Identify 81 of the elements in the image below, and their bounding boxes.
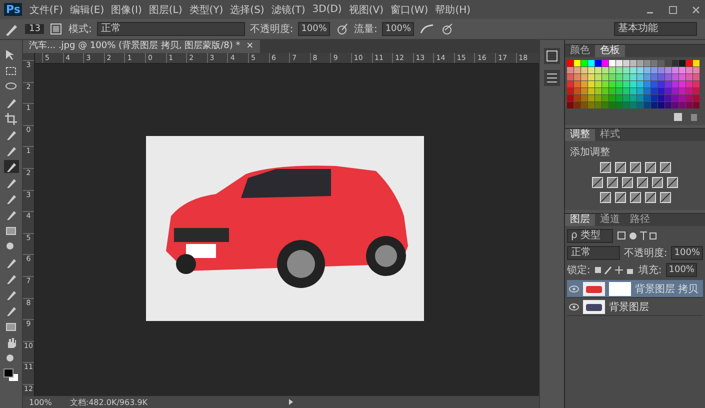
adjustment-icon[interactable] — [637, 177, 648, 188]
adjustment-icon[interactable] — [630, 192, 640, 203]
layer-thumbnail-icon — [583, 282, 605, 296]
panel-tab[interactable]: 通道 — [595, 214, 625, 226]
shape-tool-icon[interactable] — [4, 320, 18, 333]
eye-icon[interactable] — [569, 302, 579, 310]
menu-item[interactable]: 视图(V) — [348, 2, 384, 16]
menu-item[interactable]: 图像(I) — [111, 2, 142, 16]
adjustment-icon[interactable] — [667, 177, 678, 188]
panel-tab[interactable]: 路径 — [625, 214, 655, 226]
swatch-grid-drawing[interactable] — [567, 60, 700, 109]
adjustment-icon[interactable] — [630, 162, 640, 173]
menu-item[interactable]: 帮助(H) — [435, 2, 471, 16]
layer-thumbnail-icon — [583, 300, 605, 314]
adjustment-icon[interactable] — [592, 177, 603, 188]
opacity-field[interactable]: 100% — [298, 22, 330, 36]
mode-dropdown[interactable]: 正常 — [96, 22, 245, 36]
layer-row[interactable]: 背景图层 拷贝 — [567, 280, 703, 298]
menu-item[interactable]: 选择(S) — [230, 2, 264, 16]
menu-item[interactable]: 编辑(E) — [70, 2, 104, 16]
flow-field[interactable]: 100% — [382, 22, 414, 36]
opacity-label: 不透明度: — [250, 22, 294, 36]
pressure-opacity-icon[interactable] — [334, 22, 349, 36]
brush-icon[interactable] — [4, 22, 20, 36]
flow-label: 流量: — [354, 22, 378, 36]
layer-mask-icon[interactable] — [609, 282, 631, 296]
menu-item[interactable]: 3D(D) — [312, 4, 342, 15]
adjustment-icon[interactable] — [652, 177, 663, 188]
layer-row[interactable]: 背景图层 — [567, 298, 703, 316]
fill-label: 填充: — [638, 264, 662, 277]
adjustment-icon[interactable] — [660, 192, 670, 203]
brush-tool-icon[interactable] — [4, 160, 18, 173]
adjustment-icon[interactable] — [644, 162, 656, 173]
menu-item[interactable]: 滤镜(T) — [271, 2, 306, 16]
lock-label: 锁定: — [567, 264, 590, 277]
app-logo: Ps — [4, 3, 22, 16]
new-swatch-icon[interactable] — [673, 112, 683, 122]
menu-item[interactable]: 类型(Y) — [189, 2, 224, 16]
filter-icons-drawing[interactable] — [617, 231, 657, 241]
menu-item[interactable]: 图层(L) — [148, 2, 182, 16]
document-size-text: 文档:482.0K/963.9K — [70, 396, 149, 408]
panel-tab[interactable]: 图层 — [565, 214, 595, 226]
properties-panel-icon[interactable] — [544, 70, 560, 86]
panel-title: 添加调整 — [569, 146, 611, 160]
opacity-label: 不透明度: — [624, 246, 668, 260]
tab-close-button[interactable]: × — [246, 41, 254, 51]
brush-size-picker[interactable]: 13 — [25, 24, 44, 34]
maximize-icon[interactable] — [668, 4, 678, 14]
zoom-field[interactable]: 100% — [29, 398, 52, 406]
document-tab[interactable]: 汽车... .jpg @ 100% (背景图层 拷贝, 图层蒙版/8) * × — [23, 40, 260, 53]
fill-field[interactable]: 100% — [666, 263, 698, 277]
adjustment-icon[interactable] — [600, 192, 610, 203]
adjustment-icon[interactable] — [644, 192, 656, 203]
adjustment-icon[interactable] — [660, 162, 670, 173]
adjustment-icon[interactable] — [607, 177, 618, 188]
eye-icon[interactable] — [569, 284, 579, 292]
panel-tab[interactable]: 样式 — [595, 129, 625, 141]
panel-tab[interactable]: 色板 — [595, 45, 625, 57]
color-swatches-icon[interactable] — [3, 368, 19, 382]
layer-name: 背景图层 拷贝 — [635, 282, 698, 296]
crop-tool-icon[interactable] — [4, 112, 18, 125]
adjustment-icon[interactable] — [614, 192, 626, 203]
layer-opacity-field[interactable]: 100% — [671, 246, 703, 260]
layer-name: 背景图层 — [609, 300, 649, 314]
workspace-dropdown[interactable]: 基本功能 — [614, 22, 697, 36]
lock-icons-drawing[interactable] — [594, 265, 634, 275]
status-menu-icon[interactable] — [288, 398, 294, 406]
panel-tab[interactable]: 颜色 — [565, 45, 595, 57]
adjustment-icon[interactable] — [622, 177, 633, 188]
menu-item[interactable]: 窗口(W) — [390, 2, 428, 16]
close-icon[interactable] — [691, 4, 701, 14]
pressure-size-icon[interactable] — [440, 22, 454, 36]
marquee-tool-icon[interactable] — [4, 64, 18, 77]
blend-mode-dropdown[interactable]: 正常 — [567, 246, 620, 260]
brush-panel-icon[interactable] — [49, 22, 64, 36]
layer-filter-dropdown[interactable]: ρ 类型 — [567, 229, 613, 243]
menu-item[interactable]: 文件(F) — [29, 2, 63, 16]
panel-tab[interactable]: 调整 — [565, 129, 595, 141]
adjustment-icon[interactable] — [600, 162, 610, 173]
mode-label: 模式: — [68, 22, 92, 36]
adjustment-icon[interactable] — [614, 162, 626, 173]
